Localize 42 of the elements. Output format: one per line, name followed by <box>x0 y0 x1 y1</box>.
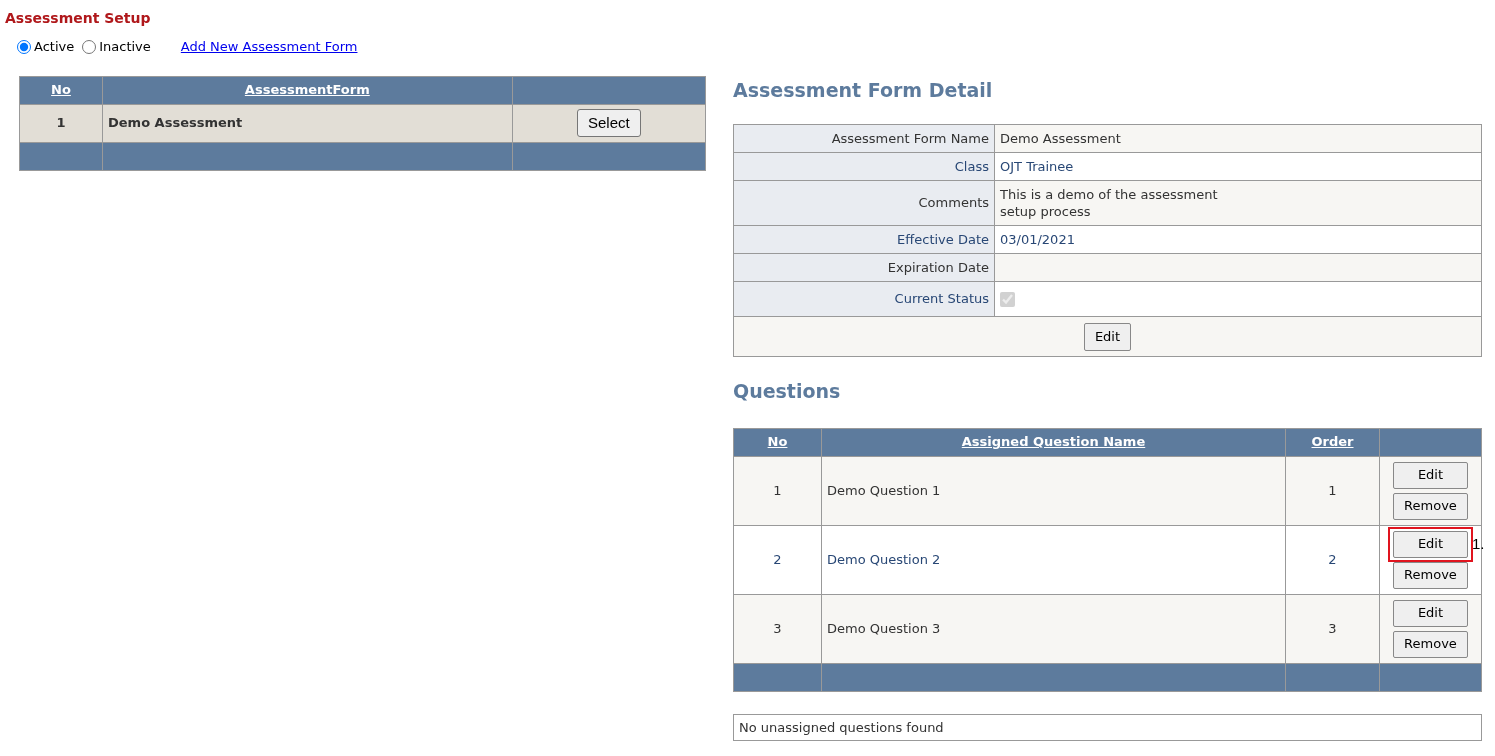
field-value: This is a demo of the assessment setup process <box>1000 186 1218 221</box>
table-cell: 1 <box>733 456 822 525</box>
select-button[interactable]: Select <box>576 108 641 138</box>
table-cell: Demo Question 1 <box>821 456 1286 525</box>
section-heading: Assessment Form Detail <box>733 77 994 103</box>
column-header-link[interactable]: AssessmentForm <box>244 82 370 98</box>
field-label: Expiration Date <box>733 253 995 282</box>
radio-label[interactable]: Inactive <box>99 37 151 57</box>
callout-label: 1. <box>1472 533 1485 554</box>
section-heading: Questions <box>733 379 842 404</box>
edit-button[interactable]: Edit <box>1084 322 1131 351</box>
table-cell: Demo Question 3 <box>821 594 1286 663</box>
field-label: Comments <box>733 180 995 226</box>
column-header-link[interactable]: No <box>767 434 788 450</box>
edit-button[interactable]: Edit <box>1393 461 1468 489</box>
field-value: Demo Assessment <box>1000 130 1121 148</box>
column-header-link[interactable]: No <box>51 82 71 98</box>
field-label: Class <box>733 152 995 181</box>
field-label: Assessment Form Name <box>733 124 995 153</box>
table-cell: 3 <box>733 594 822 663</box>
field-value: OJT Trainee <box>1000 158 1074 176</box>
radio-button[interactable] <box>82 39 97 54</box>
remove-button[interactable]: Remove <box>1393 561 1468 589</box>
field-label: Effective Date <box>733 225 995 254</box>
field-value: 03/01/2021 <box>1000 231 1075 249</box>
table-cell: Demo Assessment <box>102 104 513 142</box>
table-cell: 3 <box>1285 594 1380 663</box>
add-form-link[interactable]: Add New Assessment Form <box>180 37 358 57</box>
field-label: Current Status <box>733 281 995 317</box>
remove-button[interactable]: Remove <box>1393 492 1468 520</box>
page-title: Assessment Setup <box>5 9 152 28</box>
radio-label[interactable]: Active <box>34 37 75 57</box>
table-cell: 1 <box>1285 456 1380 525</box>
table-cell: Demo Question 2 <box>821 525 1286 594</box>
edit-button[interactable]: Edit <box>1393 599 1468 627</box>
table-cell: 1 <box>19 104 103 142</box>
edit-button[interactable]: Edit <box>1393 530 1468 558</box>
table-cell: 2 <box>1285 525 1380 594</box>
radio-button[interactable] <box>17 39 31 54</box>
table-cell: 2 <box>733 525 822 594</box>
empty-message: No unassigned questions found <box>733 713 1482 741</box>
remove-button[interactable]: Remove <box>1393 630 1468 658</box>
